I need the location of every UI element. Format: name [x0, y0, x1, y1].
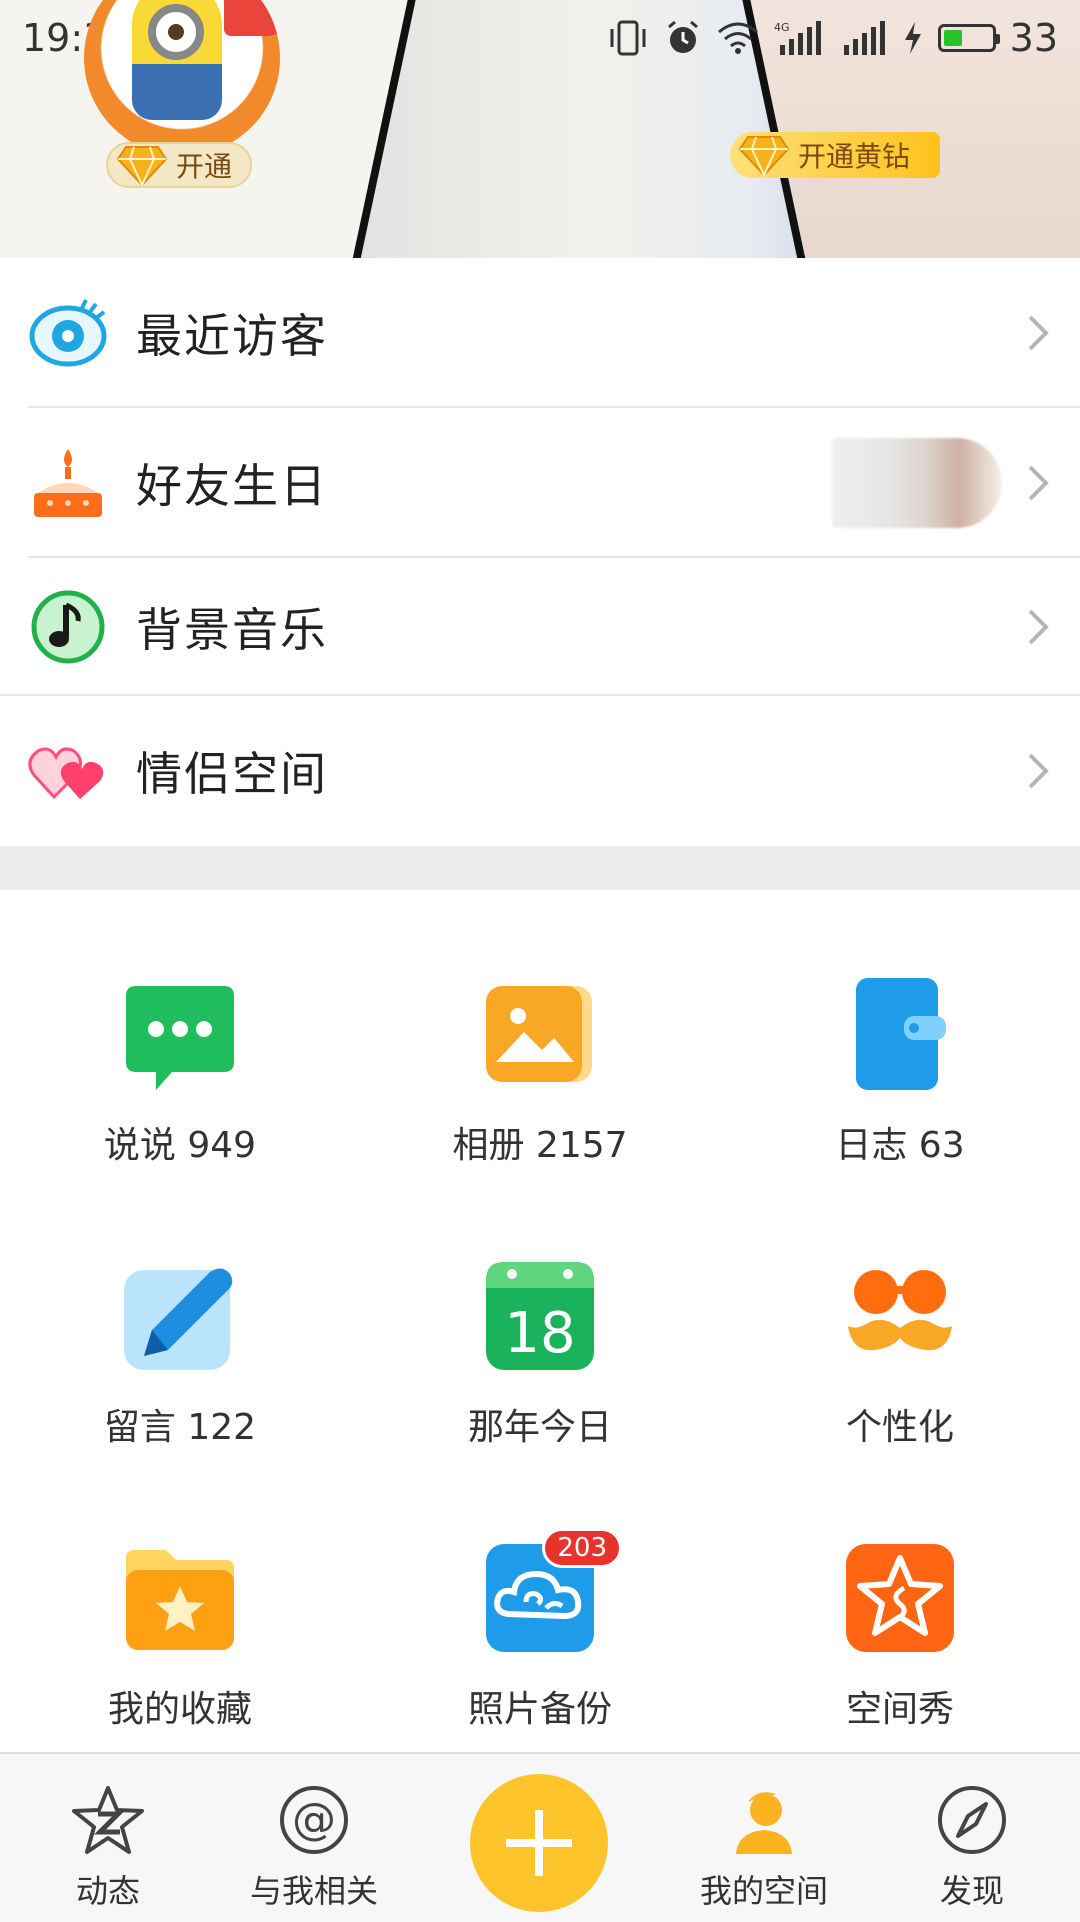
battery-level: 33 — [1009, 16, 1058, 60]
grid-item-album[interactable]: 相册 2157 — [360, 890, 720, 1172]
grid-item-personalize[interactable]: 个性化 — [720, 1172, 1080, 1454]
vibrate-icon — [606, 19, 650, 57]
charging-icon — [902, 20, 924, 56]
open-yellow-diamond-button[interactable]: 开通黄钻 — [730, 132, 941, 178]
menu-item-friend-birthdays[interactable]: 好友生日 — [0, 408, 1080, 558]
glasses-mustache-icon — [842, 1258, 958, 1374]
tab-discover[interactable]: 发现 — [864, 1754, 1080, 1922]
alarm-icon — [664, 19, 702, 57]
photo-album-icon — [482, 976, 598, 1092]
grid-label: 留言 122 — [103, 1407, 257, 1448]
grid-label: 相册 2157 — [452, 1125, 628, 1166]
diamond-icon — [116, 146, 168, 187]
signal-4g-icon: 4G — [774, 19, 824, 57]
post-plus-button[interactable] — [470, 1774, 608, 1912]
menu-label: 最近访客 — [136, 309, 328, 363]
svg-text:@: @ — [292, 1794, 336, 1845]
grid-item-diary[interactable]: 日志 63 — [720, 890, 1080, 1172]
chevron-right-icon — [1028, 465, 1049, 501]
cake-icon — [28, 443, 108, 523]
hearts-icon — [28, 731, 108, 811]
avatar-vip-button[interactable]: 开通 — [106, 142, 253, 188]
signal-icon — [838, 19, 888, 57]
vip-banner-label: 开通黄钻 — [798, 140, 911, 173]
calendar-day: 18 — [504, 1301, 575, 1366]
diamond-icon — [738, 136, 790, 177]
profile-header: 19:39 4G 33 开通 开通黄钻 — [0, 0, 1080, 258]
wifi-icon — [716, 20, 760, 56]
grid-label: 我的收藏 — [107, 1689, 252, 1730]
grid-label: 日志 63 — [835, 1125, 965, 1166]
grid-item-messages[interactable]: 留言 122 — [0, 1172, 360, 1454]
music-note-icon — [28, 587, 108, 667]
grid-label: 个性化 — [845, 1407, 954, 1448]
section-divider — [0, 846, 1080, 890]
grid-label: 那年今日 — [467, 1407, 612, 1448]
pen-icon — [122, 1258, 238, 1374]
grid-item-space-show[interactable]: 空间秀 — [720, 1454, 1080, 1736]
grid-label: 空间秀 — [845, 1689, 954, 1730]
grid-item-on-this-day[interactable]: 18 那年今日 — [360, 1172, 720, 1454]
tab-my-space[interactable]: 我的空间 — [656, 1754, 872, 1922]
menu-label: 好友生日 — [136, 459, 328, 513]
tab-feed[interactable]: 动态 — [0, 1754, 216, 1922]
feature-grid: 说说 949 相册 2157 日志 63 留言 122 18 那年今日 个性化 — [0, 890, 1080, 1752]
person-icon — [736, 1792, 792, 1854]
star-folder-icon — [122, 1540, 238, 1656]
bottom-tab-bar: 动态 @ 与我相关 我的空间 发现 — [0, 1752, 1080, 1922]
photo-backup-badge: 203 — [542, 1528, 622, 1568]
friend-avatar-thumbnail — [832, 438, 1002, 528]
tab-label: 与我相关 — [249, 1872, 378, 1910]
cloud-icon: 203 — [482, 1528, 622, 1656]
svg-text:4G: 4G — [774, 21, 790, 34]
grid-item-favorites[interactable]: 我的收藏 — [0, 1454, 360, 1736]
chat-bubble-icon — [122, 976, 238, 1092]
tab-label: 动态 — [75, 1872, 140, 1910]
tab-label: 我的空间 — [699, 1872, 828, 1910]
star-badge-icon — [842, 1540, 958, 1656]
grid-item-photo-backup[interactable]: 203 照片备份 — [360, 1454, 720, 1736]
menu-label: 情侣空间 — [136, 747, 328, 801]
grid-label: 说说 949 — [103, 1125, 257, 1166]
chevron-right-icon — [1028, 315, 1049, 351]
eye-icon — [28, 293, 108, 373]
wallet-diary-icon — [842, 976, 958, 1092]
at-icon: @ — [280, 1786, 348, 1854]
tab-mentions[interactable]: @ 与我相关 — [206, 1754, 422, 1922]
menu-item-recent-visitors[interactable]: 最近访客 — [0, 258, 1080, 408]
calendar-icon: 18 — [482, 1258, 598, 1374]
tab-label: 发现 — [939, 1872, 1004, 1910]
avatar-vip-label: 开通 — [176, 150, 233, 183]
qzone-star-icon — [72, 1786, 144, 1854]
menu-label: 背景音乐 — [136, 603, 328, 657]
compass-icon — [938, 1786, 1006, 1854]
menu-item-couple-space[interactable]: 情侣空间 — [0, 696, 1080, 846]
feature-menu: 最近访客 好友生日 背景音乐 情侣空间 — [0, 258, 1080, 846]
grid-item-shuoshuo[interactable]: 说说 949 — [0, 890, 360, 1172]
battery-icon — [937, 24, 1000, 52]
chevron-right-icon — [1028, 753, 1049, 789]
grid-label: 照片备份 — [467, 1689, 612, 1730]
menu-item-background-music[interactable]: 背景音乐 — [0, 558, 1080, 696]
chevron-right-icon — [1028, 609, 1049, 645]
